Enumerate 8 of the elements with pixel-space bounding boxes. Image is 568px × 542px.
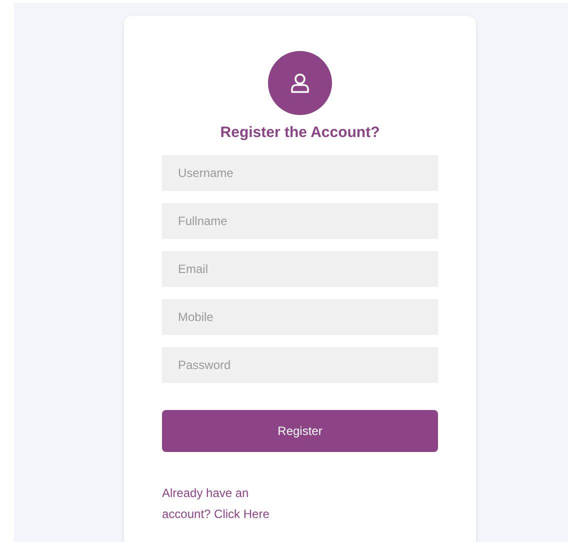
input-field[interactable]: Username xyxy=(162,154,438,190)
input-field[interactable]: Email xyxy=(162,250,438,286)
input-field[interactable]: Mobile xyxy=(162,298,438,334)
login-link[interactable]: Already have an account? Click Here xyxy=(162,482,280,524)
form-title: Register the Account? xyxy=(220,123,380,143)
input-field[interactable]: Fullname xyxy=(162,202,438,238)
input-field[interactable]: Password xyxy=(162,346,438,382)
register-button[interactable]: Register xyxy=(162,410,438,452)
